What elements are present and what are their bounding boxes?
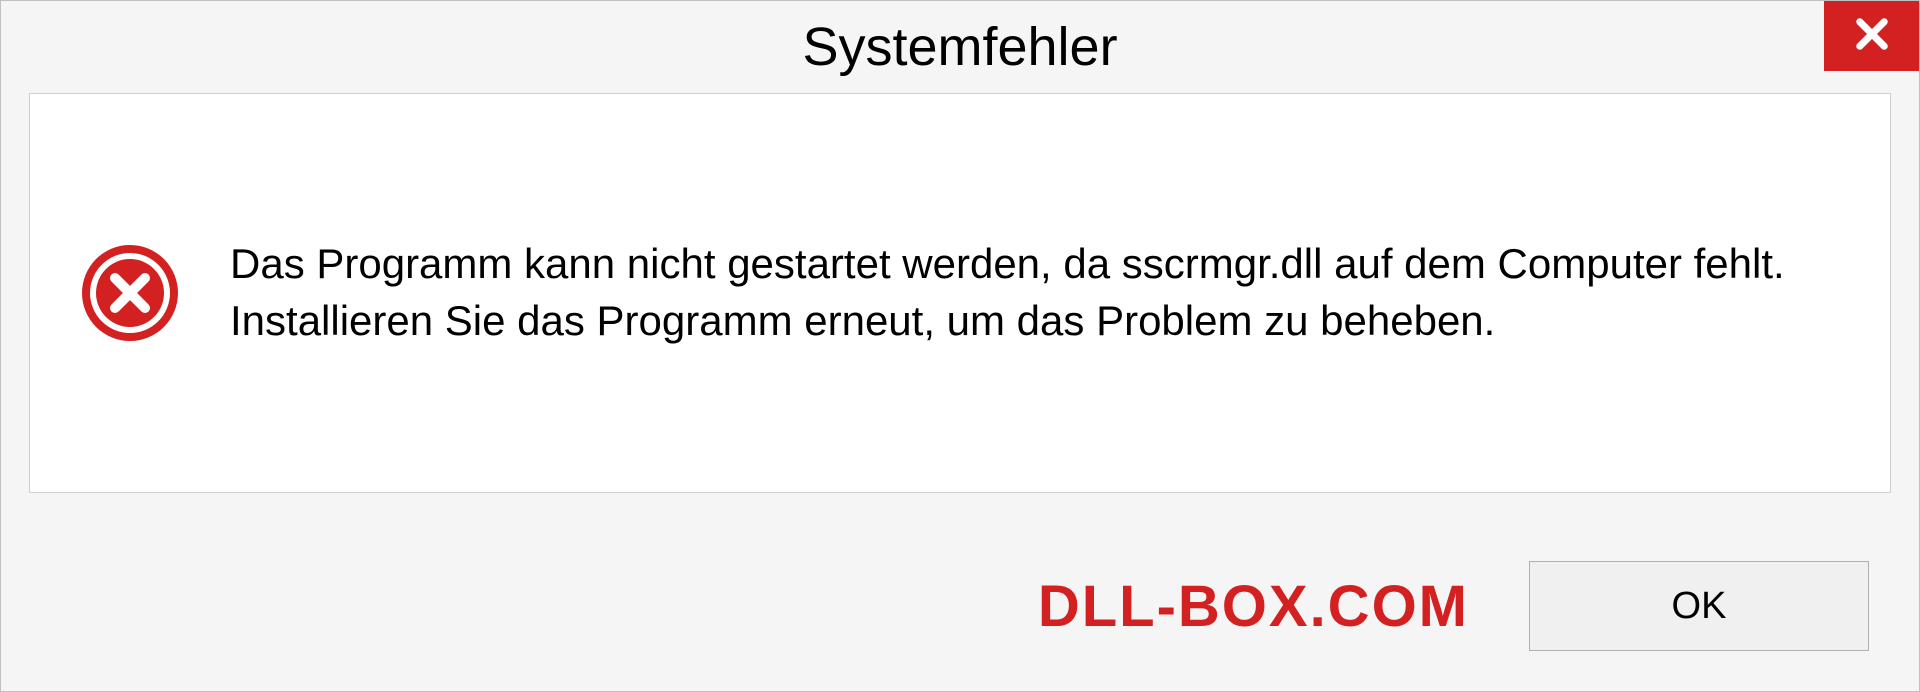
close-button[interactable]: [1824, 1, 1919, 71]
close-icon: [1851, 13, 1893, 60]
error-icon: [80, 243, 180, 343]
ok-button[interactable]: OK: [1529, 561, 1869, 651]
titlebar: Systemfehler: [1, 1, 1919, 93]
dialog-title: Systemfehler: [802, 16, 1117, 78]
dialog-footer: DLL-BOX.COM OK: [1, 521, 1919, 691]
error-dialog: Systemfehler Das Programm kann nicht ges…: [0, 0, 1920, 692]
watermark-text: DLL-BOX.COM: [1038, 573, 1469, 640]
content-panel: Das Programm kann nicht gestartet werden…: [29, 93, 1891, 493]
error-message: Das Programm kann nicht gestartet werden…: [230, 236, 1840, 349]
